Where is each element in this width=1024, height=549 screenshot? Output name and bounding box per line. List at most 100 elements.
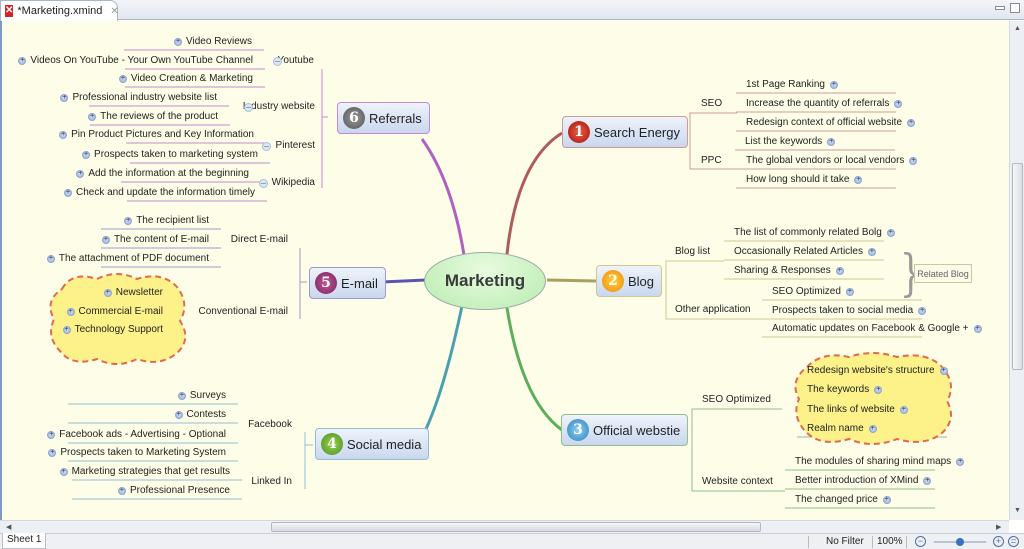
leaf-topic[interactable]: The recipient list + bbox=[124, 215, 209, 227]
expand-icon[interactable]: + bbox=[867, 248, 876, 256]
subtopic[interactable]: Facebook bbox=[248, 419, 292, 431]
expand-icon[interactable]: + bbox=[66, 308, 75, 316]
zoom-slider[interactable] bbox=[934, 538, 986, 546]
summary-related-blog[interactable]: Related Blog bbox=[914, 264, 972, 283]
leaf-topic[interactable]: Better introduction of XMind + bbox=[795, 475, 932, 487]
editor-tab[interactable]: ✕ *Marketing.xmind ✕ bbox=[0, 0, 119, 21]
topic-email[interactable]: 5 E-mail bbox=[309, 267, 386, 299]
expand-icon[interactable]: + bbox=[907, 119, 916, 127]
leaf-topic[interactable]: Prospects taken to social media + bbox=[772, 305, 927, 317]
leaf-topic[interactable]: Newsletter + bbox=[103, 287, 163, 299]
collapse-icon[interactable] bbox=[262, 142, 271, 151]
leaf-topic[interactable]: Commercial E-mail + bbox=[66, 306, 163, 318]
leaf-topic[interactable]: The attachment of PDF document + bbox=[46, 253, 209, 265]
leaf-topic[interactable]: Technology Support + bbox=[62, 324, 163, 336]
leaf-topic[interactable]: Facebook ads - Advertising - Optional + bbox=[47, 429, 226, 441]
leaf-topic[interactable]: Video Creation & Marketing + bbox=[118, 73, 253, 85]
subtopic[interactable]: Blog list bbox=[675, 246, 710, 258]
leaf-topic[interactable]: Prospects taken to marketing system + bbox=[82, 149, 258, 161]
expand-icon[interactable]: + bbox=[174, 411, 183, 419]
subtopic[interactable]: Wikipedia bbox=[272, 177, 315, 189]
expand-icon[interactable]: + bbox=[177, 392, 186, 400]
expand-icon[interactable]: + bbox=[117, 487, 126, 495]
subtopic[interactable]: PPC bbox=[701, 155, 722, 167]
leaf-topic[interactable]: Automatic updates on Facebook & Google +… bbox=[772, 323, 982, 335]
leaf-topic[interactable]: Videos On YouTube - Your Own YouTube Cha… bbox=[18, 55, 253, 67]
leaf-topic[interactable]: The reviews of the product + bbox=[88, 111, 218, 123]
expand-icon[interactable]: + bbox=[62, 326, 71, 334]
topic-official-website[interactable]: 3 Official webstie bbox=[561, 414, 689, 446]
leaf-topic[interactable]: The list of commonly related Bolg + bbox=[734, 227, 895, 239]
subtopic[interactable]: Direct E-mail bbox=[231, 234, 288, 246]
leaf-topic[interactable]: 1st Page Ranking + bbox=[746, 79, 838, 91]
expand-icon[interactable]: + bbox=[64, 189, 72, 197]
leaf-topic[interactable]: The modules of sharing mind maps + bbox=[795, 456, 965, 468]
collapse-icon[interactable] bbox=[244, 103, 253, 112]
leaf-topic[interactable]: How long should it take + bbox=[746, 174, 863, 186]
subtopic[interactable]: SEO Optimized bbox=[702, 394, 771, 406]
leaf-topic[interactable]: The changed price + bbox=[795, 494, 891, 506]
zoom-out-icon[interactable]: − bbox=[915, 536, 926, 547]
horizontal-scrollbar[interactable]: ◀ ▶ bbox=[0, 520, 1009, 533]
subtopic[interactable]: Linked In bbox=[251, 476, 292, 488]
expand-icon[interactable]: + bbox=[845, 288, 854, 296]
expand-icon[interactable]: + bbox=[835, 267, 844, 275]
expand-icon[interactable]: + bbox=[973, 325, 982, 333]
minimize-icon[interactable] bbox=[995, 6, 1005, 10]
scroll-up-icon[interactable]: ▲ bbox=[1014, 25, 1021, 32]
subtopic[interactable]: Website context bbox=[702, 476, 773, 488]
leaf-topic[interactable]: Prospects taken to Marketing System + bbox=[48, 447, 226, 459]
expand-icon[interactable]: + bbox=[59, 468, 68, 476]
scroll-left-icon[interactable]: ◀ bbox=[6, 523, 11, 531]
topic-blog[interactable]: 2 Blog bbox=[596, 265, 663, 297]
subtopic[interactable]: SEO bbox=[701, 98, 722, 110]
maximize-icon[interactable] bbox=[1010, 3, 1020, 13]
expand-icon[interactable]: + bbox=[118, 75, 127, 83]
leaf-topic[interactable]: Pin Product Pictures and Key Information… bbox=[59, 129, 254, 141]
scroll-right-icon[interactable]: ▶ bbox=[996, 523, 1001, 531]
leaf-topic[interactable]: The keywords + bbox=[807, 384, 883, 396]
vertical-scroll-thumb[interactable] bbox=[1012, 163, 1023, 370]
mind-map-canvas[interactable]: Marketing 6 Referrals 5 E-mail 4 Social … bbox=[0, 21, 1009, 520]
expand-icon[interactable]: + bbox=[882, 496, 891, 504]
expand-icon[interactable]: + bbox=[886, 229, 895, 237]
zoom-fit-icon[interactable]: = bbox=[1008, 536, 1019, 547]
scroll-down-icon[interactable]: ▼ bbox=[1014, 507, 1021, 514]
leaf-topic[interactable]: The links of website + bbox=[807, 404, 908, 416]
subtopic[interactable]: Other application bbox=[675, 304, 751, 316]
expand-icon[interactable]: + bbox=[101, 236, 110, 244]
leaf-topic[interactable]: Marketing strategies that get results + bbox=[59, 466, 230, 478]
leaf-topic[interactable]: Professional Presence + bbox=[117, 485, 230, 497]
subtopic[interactable]: Conventional E-mail bbox=[199, 306, 289, 318]
sheet-tab[interactable]: Sheet 1 bbox=[2, 533, 47, 549]
subtopic[interactable]: Youtube bbox=[278, 55, 314, 67]
leaf-topic[interactable]: Add the information at the beginning + bbox=[76, 168, 249, 180]
central-topic[interactable]: Marketing bbox=[424, 252, 546, 310]
zoom-in-icon[interactable]: + bbox=[993, 536, 1004, 547]
leaf-topic[interactable]: Surveys + bbox=[177, 390, 226, 402]
leaf-topic[interactable]: Professional industry website list + bbox=[60, 92, 217, 104]
leaf-topic[interactable]: Realm name + bbox=[807, 423, 877, 435]
leaf-topic[interactable]: SEO Optimized + bbox=[772, 286, 854, 298]
vertical-scrollbar[interactable]: ▲ ▼ bbox=[1009, 21, 1024, 520]
subtopic[interactable]: Industry website bbox=[243, 101, 315, 113]
expand-icon[interactable]: + bbox=[82, 151, 91, 159]
expand-icon[interactable]: + bbox=[899, 406, 908, 414]
leaf-topic[interactable]: The global vendors or local vendors + bbox=[746, 155, 918, 167]
zoom-slider-knob[interactable] bbox=[956, 538, 964, 546]
leaf-topic[interactable]: Video Reviews + bbox=[174, 36, 252, 48]
filter-status[interactable]: No Filter bbox=[826, 536, 864, 547]
leaf-topic[interactable]: Redesign context of official website + bbox=[746, 117, 916, 129]
leaf-topic[interactable]: Sharing & Responses + bbox=[734, 265, 844, 277]
subtopic[interactable]: Pinterest bbox=[276, 140, 315, 152]
expand-icon[interactable]: + bbox=[868, 425, 877, 433]
leaf-topic[interactable]: Contests + bbox=[174, 409, 226, 421]
expand-icon[interactable]: + bbox=[103, 289, 112, 297]
leaf-topic[interactable]: Occasionally Related Articles + bbox=[734, 246, 876, 258]
close-icon[interactable]: ✕ bbox=[110, 6, 118, 17]
leaf-topic[interactable]: List the keywords + bbox=[745, 136, 836, 148]
expand-icon[interactable]: + bbox=[939, 367, 948, 375]
leaf-topic[interactable]: Increase the quantity of referrals + bbox=[746, 98, 903, 110]
topic-referrals[interactable]: 6 Referrals bbox=[337, 102, 430, 134]
leaf-topic[interactable]: Redesign website's structure + bbox=[807, 365, 948, 377]
